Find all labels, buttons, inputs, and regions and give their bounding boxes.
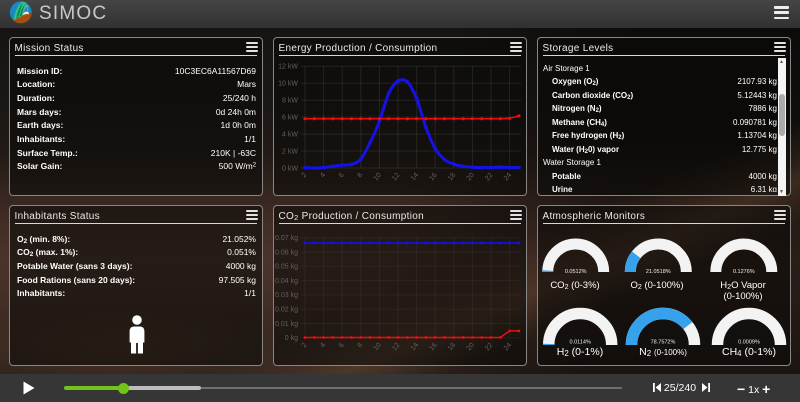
- svg-text:78.7572%: 78.7572%: [651, 340, 676, 346]
- svg-text:0.0512%: 0.0512%: [565, 269, 587, 275]
- svg-text:0.01 kg: 0.01 kg: [275, 321, 298, 328]
- svg-text:14: 14: [410, 172, 420, 183]
- svg-text:2: 2: [301, 172, 309, 180]
- svg-text:0 kW: 0 kW: [282, 165, 298, 172]
- svg-text:0.1276%: 0.1276%: [733, 269, 755, 275]
- svg-text:6: 6: [338, 172, 346, 180]
- svg-text:22: 22: [484, 172, 494, 183]
- svg-text:8 kW: 8 kW: [282, 98, 298, 105]
- svg-text:18: 18: [447, 342, 457, 353]
- svg-text:2: 2: [301, 342, 309, 350]
- svg-text:20: 20: [466, 342, 476, 353]
- svg-text:4: 4: [319, 172, 327, 180]
- svg-text:0.0009%: 0.0009%: [738, 340, 760, 346]
- svg-text:2 kW: 2 kW: [282, 148, 298, 155]
- svg-text:0.07 kg: 0.07 kg: [275, 235, 298, 242]
- svg-text:21.0518%: 21.0518%: [646, 269, 671, 275]
- svg-text:8: 8: [356, 342, 364, 350]
- svg-text:24: 24: [503, 342, 513, 353]
- svg-text:12: 12: [391, 342, 401, 353]
- svg-text:0.02 kg: 0.02 kg: [275, 307, 298, 314]
- svg-text:6 kW: 6 kW: [282, 114, 298, 121]
- svg-text:0.06 kg: 0.06 kg: [275, 249, 298, 256]
- svg-text:10: 10: [373, 342, 383, 353]
- svg-text:0.03 kg: 0.03 kg: [275, 292, 298, 299]
- svg-text:12 kW: 12 kW: [278, 64, 298, 71]
- svg-text:10 kW: 10 kW: [278, 81, 298, 88]
- svg-text:10: 10: [373, 172, 383, 183]
- svg-text:4: 4: [319, 342, 327, 350]
- svg-text:16: 16: [428, 342, 438, 353]
- svg-text:24: 24: [503, 172, 513, 183]
- svg-text:22: 22: [484, 342, 494, 353]
- svg-text:0.0114%: 0.0114%: [570, 340, 591, 346]
- svg-text:14: 14: [410, 342, 420, 353]
- svg-text:12: 12: [391, 172, 401, 183]
- svg-text:18: 18: [447, 172, 457, 183]
- svg-text:20: 20: [466, 172, 476, 183]
- svg-text:0 kg: 0 kg: [285, 335, 298, 342]
- svg-text:0.05 kg: 0.05 kg: [275, 264, 298, 271]
- svg-text:0.04 kg: 0.04 kg: [275, 278, 298, 285]
- svg-text:6: 6: [338, 342, 346, 350]
- svg-text:16: 16: [428, 172, 438, 183]
- svg-text:4 kW: 4 kW: [282, 131, 298, 138]
- svg-text:8: 8: [356, 172, 364, 180]
